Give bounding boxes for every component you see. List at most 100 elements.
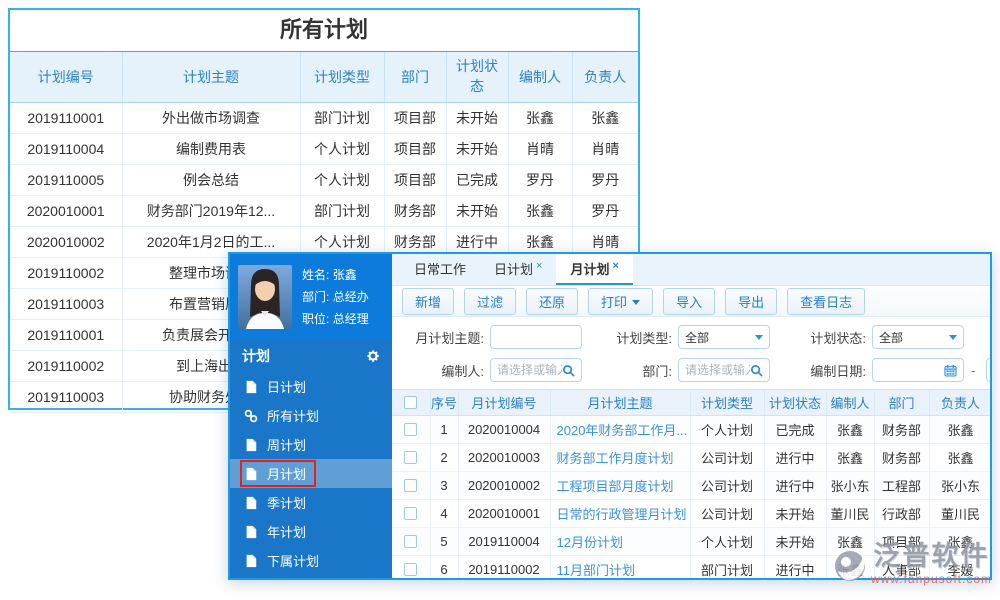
row-checkbox	[404, 535, 417, 548]
chevron-down-icon	[949, 335, 957, 340]
month-plan-subject-link[interactable]: 工程项目部月度计划	[550, 472, 690, 500]
toolbar-button[interactable]: 新增	[402, 288, 454, 315]
row-select-cell[interactable]	[392, 500, 430, 528]
toolbar-button[interactable]: 导出	[725, 288, 777, 315]
creator-filter-input[interactable]	[497, 363, 562, 377]
row-select-cell[interactable]	[392, 444, 430, 472]
creator-link[interactable]: 张鑫	[826, 444, 874, 472]
user-title-line: 职位: 总经理	[302, 308, 369, 330]
owner-link[interactable]: 张鑫	[929, 528, 992, 556]
sidebar-item[interactable]: 月计划	[230, 459, 392, 488]
owner-link[interactable]: 李媛	[929, 556, 992, 581]
plan-status-cell: 进行中	[764, 556, 826, 581]
creator-cell: 罗丹	[508, 164, 572, 195]
creator-filter-input-wrap	[490, 358, 582, 382]
sidebar-item[interactable]: 日计划	[230, 372, 392, 401]
create-date-start-input[interactable]	[879, 363, 944, 377]
month-plan-no-link[interactable]: 2020010004	[458, 416, 550, 444]
table-header-row: 计划编号 计划主题 计划类型 部门 计划状态 编制人 负责人	[10, 52, 638, 102]
subject-filter-input[interactable]	[497, 330, 575, 344]
creator-filter-label: 编制人:	[400, 361, 484, 380]
col-plan-status: 计划状态	[764, 390, 826, 416]
month-plan-subject-link[interactable]: 财务部工作月度计划	[550, 444, 690, 472]
user-photo	[238, 265, 292, 329]
chevron-down-icon	[632, 300, 640, 305]
plan-date-filter-label: 计划日期:	[980, 328, 992, 347]
plan-subject-cell: 外出做市场调查	[122, 102, 300, 133]
row-select-cell[interactable]	[392, 528, 430, 556]
sidebar-item[interactable]: 下属计划	[230, 546, 392, 575]
search-icon[interactable]	[750, 364, 763, 377]
creator-link[interactable]: 张鑫	[826, 416, 874, 444]
owner-link[interactable]: 张鑫	[929, 416, 992, 444]
create-date-start-wrap	[872, 358, 964, 382]
dept-filter-input-wrap	[678, 358, 770, 382]
month-plan-subject-link[interactable]: 12月份计划	[550, 528, 690, 556]
month-plan-no-link[interactable]: 2019110004	[458, 528, 550, 556]
plan-status-cell: 未开始	[764, 528, 826, 556]
type-filter-select[interactable]: 全部	[678, 325, 770, 349]
select-all-header[interactable]	[392, 390, 430, 416]
owner-link[interactable]: 张鑫	[929, 444, 992, 472]
index-cell: 1	[430, 416, 458, 444]
plan-no-cell: 2019110005	[10, 164, 122, 195]
creator-link[interactable]: 张小东	[826, 472, 874, 500]
toolbar-button[interactable]: 过滤	[464, 288, 516, 315]
row-select-cell[interactable]	[392, 556, 430, 581]
month-plan-no-link[interactable]: 2019110002	[458, 556, 550, 581]
tab[interactable]: 月计划×	[556, 254, 632, 285]
file-icon	[244, 380, 258, 394]
row-checkbox	[404, 507, 417, 520]
sidebar-item[interactable]: 周计划	[230, 430, 392, 459]
dept-cell: 财务部	[874, 444, 929, 472]
table-row: 4 2020010001 日常的行政管理月计划 公司计划 未开始 董川民 行政部…	[392, 500, 992, 528]
plan-type-cell: 部门计划	[300, 195, 384, 226]
month-plan-subject-link[interactable]: 11月部门计划	[550, 556, 690, 581]
sidebar-item[interactable]: 年计划	[230, 517, 392, 546]
month-plan-no-link[interactable]: 2020010001	[458, 500, 550, 528]
plan-no-cell: 2019110002	[10, 257, 122, 288]
toolbar-button[interactable]: 查看日志	[787, 288, 865, 315]
gear-icon[interactable]	[366, 349, 380, 363]
subject-filter-input-wrap	[490, 325, 582, 349]
plan-no-cell: 2019110001	[10, 319, 122, 350]
col-creator: 编制人	[826, 390, 874, 416]
col-month-plan-subject: 月计划主题	[550, 390, 690, 416]
plan-no-cell: 2019110002	[10, 350, 122, 381]
tab[interactable]: 日计划×	[480, 254, 556, 285]
month-plan-subject-link[interactable]: 2020年财务部工作月...	[550, 416, 690, 444]
plan-subject-cell: 财务部门2019年12...	[122, 195, 300, 226]
sidebar-header-label: 计划	[242, 346, 270, 366]
toolbar-button[interactable]: 还原	[526, 288, 578, 315]
search-icon[interactable]	[562, 364, 575, 377]
month-plan-subject-link[interactable]: 日常的行政管理月计划	[550, 500, 690, 528]
toolbar: 新增 过滤 还原 打印 导入 导出	[392, 286, 990, 317]
close-icon[interactable]: ×	[612, 260, 618, 272]
tab[interactable]: 日常工作	[400, 254, 480, 285]
creator-link[interactable]: 张鑫	[826, 556, 874, 581]
row-select-cell[interactable]	[392, 472, 430, 500]
sidebar-item[interactable]: 季计划	[230, 488, 392, 517]
creator-link[interactable]: 董川民	[826, 500, 874, 528]
owner-link[interactable]: 董川民	[929, 500, 992, 528]
creator-cell: 张鑫	[508, 102, 572, 133]
status-filter-label: 计划状态:	[788, 328, 866, 347]
row-select-cell[interactable]	[392, 416, 430, 444]
dept-cell: 项目部	[384, 164, 446, 195]
toolbar-button[interactable]: 导入	[663, 288, 715, 315]
dept-filter-input[interactable]	[685, 363, 750, 377]
status-filter-select[interactable]: 全部	[872, 325, 964, 349]
index-cell: 4	[430, 500, 458, 528]
calendar-icon[interactable]	[944, 364, 957, 377]
creator-cell: 肖晴	[508, 133, 572, 164]
close-icon[interactable]: ×	[536, 260, 542, 272]
owner-link[interactable]: 张小东	[929, 472, 992, 500]
toolbar-button[interactable]: 打印	[588, 288, 653, 315]
sidebar-item-label: 周计划	[267, 435, 306, 454]
col-dept: 部门	[384, 52, 446, 102]
month-plan-no-link[interactable]: 2020010003	[458, 444, 550, 472]
month-plan-no-link[interactable]: 2020010002	[458, 472, 550, 500]
creator-link[interactable]: 张鑫	[826, 528, 874, 556]
type-filter-label: 计划类型:	[598, 328, 672, 347]
sidebar-item[interactable]: 所有计划	[230, 401, 392, 430]
